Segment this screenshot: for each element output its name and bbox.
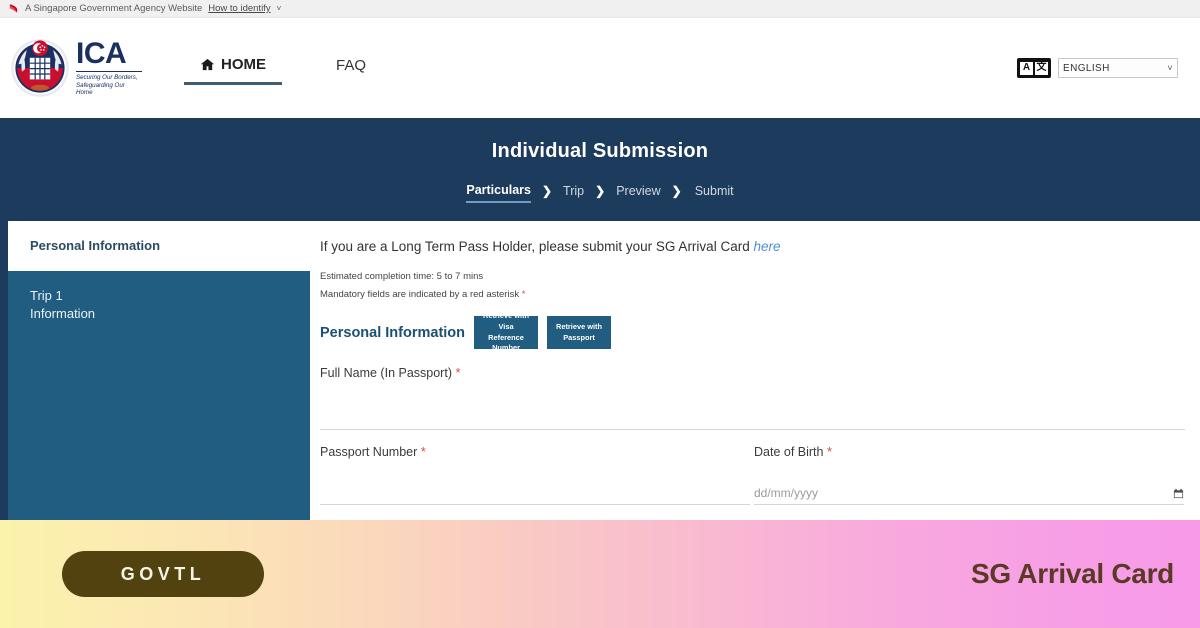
asterisk-icon: * — [522, 289, 526, 300]
retrieve-visa-line1: Retrieve with Visa — [477, 311, 535, 332]
field-date-of-birth-input[interactable]: dd/mm/yyyy — [754, 475, 1184, 505]
main-navigation: HOME FAQ — [184, 18, 366, 118]
content-area: Personal Information Trip 1 Information … — [0, 221, 1200, 523]
step-submit[interactable]: Submit — [695, 184, 734, 202]
translate-icon-letter: A — [1020, 62, 1033, 75]
field-passport-number: Passport Number * — [320, 444, 750, 505]
ica-logo[interactable]: ICA Securing Our Borders, Safeguarding O… — [10, 38, 142, 98]
language-selector[interactable]: A 文 ENGLISH ˅ — [1017, 58, 1178, 78]
home-icon — [200, 57, 215, 72]
field-passport-number-input[interactable] — [320, 475, 750, 505]
retrieve-passport-line1: Retrieve with — [556, 322, 602, 333]
form-meta: Estimated completion time: 5 to 7 mins M… — [320, 268, 1185, 304]
field-passport-number-label-text: Passport Number — [320, 445, 417, 459]
long-term-pass-notice: If you are a Long Term Pass Holder, plea… — [320, 239, 1185, 254]
language-dropdown-value: ENGLISH — [1063, 63, 1110, 74]
language-dropdown[interactable]: ENGLISH ˅ — [1058, 58, 1178, 78]
form-sidebar: Personal Information Trip 1 Information — [8, 221, 310, 523]
calendar-icon[interactable] — [1173, 488, 1184, 499]
nav-item-faq-label: FAQ — [336, 57, 366, 74]
form-row-passport-dob: Passport Number * Date of Birth * dd/mm/… — [320, 444, 1185, 505]
field-date-of-birth: Date of Birth * dd/mm/yyyy — [754, 444, 1184, 505]
translate-icon-glyph: 文 — [1035, 62, 1048, 75]
logo-name: ICA — [76, 39, 142, 69]
estimated-completion-time: Estimated completion time: 5 to 7 mins — [320, 268, 1185, 286]
sidebar-item-trip-1-line2: Information — [30, 305, 310, 323]
logo-tagline-line2: Safeguarding Our Home — [76, 82, 142, 98]
mandatory-fields-note-text: Mandatory fields are indicated by a red … — [320, 289, 522, 300]
field-date-of-birth-label: Date of Birth * — [754, 444, 1184, 459]
step-breadcrumb: Particulars ❯ Trip ❯ Preview ❯ Submit — [466, 183, 733, 203]
left-rail — [0, 221, 8, 523]
chevron-right-icon: ❯ — [595, 184, 605, 198]
field-full-name-input[interactable] — [320, 400, 1185, 430]
sidebar-item-personal-information[interactable]: Personal Information — [8, 221, 310, 271]
logo-tagline-line1: Securing Our Borders, — [76, 74, 142, 82]
government-banner-text: A Singapore Government Agency Website — [25, 3, 202, 14]
mandatory-fields-note: Mandatory fields are indicated by a red … — [320, 286, 1185, 304]
sidebar-item-trip-1-information[interactable]: Trip 1 Information — [8, 271, 310, 339]
chevron-right-icon: ❯ — [542, 184, 552, 198]
site-header: ICA Securing Our Borders, Safeguarding O… — [0, 18, 1200, 118]
field-date-of-birth-label-text: Date of Birth — [754, 445, 823, 459]
government-banner: A Singapore Government Agency Website Ho… — [0, 0, 1200, 18]
here-link[interactable]: here — [753, 239, 780, 254]
field-full-name-label-text: Full Name (In Passport) — [320, 366, 452, 380]
chevron-right-icon: ❯ — [672, 184, 682, 198]
translate-icon[interactable]: A 文 — [1017, 58, 1051, 78]
nav-item-home[interactable]: HOME — [184, 52, 282, 85]
step-preview[interactable]: Preview — [616, 184, 660, 202]
long-term-pass-notice-text: If you are a Long Term Pass Holder, plea… — [320, 239, 753, 254]
chevron-down-icon[interactable]: ˅ — [277, 4, 282, 13]
singapore-flag-icon — [8, 3, 19, 14]
govtl-badge: GOVTL — [62, 551, 264, 597]
asterisk-icon: * — [455, 365, 460, 380]
logo-tagline: Securing Our Borders, Safeguarding Our H… — [76, 71, 142, 97]
retrieve-visa-line2: Reference Number — [477, 333, 535, 354]
asterisk-icon: * — [421, 444, 426, 459]
step-particulars[interactable]: Particulars — [466, 183, 531, 203]
form-panel: If you are a Long Term Pass Holder, plea… — [310, 221, 1200, 523]
section-header: Personal Information Retrieve with Visa … — [320, 316, 1185, 349]
section-title: Personal Information — [320, 325, 465, 341]
page-root: A Singapore Government Agency Website Ho… — [0, 0, 1200, 628]
retrieve-with-visa-reference-number-button[interactable]: Retrieve with Visa Reference Number — [474, 316, 538, 349]
logo-text-block: ICA Securing Our Borders, Safeguarding O… — [76, 39, 142, 97]
retrieve-with-passport-button[interactable]: Retrieve with Passport — [547, 316, 611, 349]
promo-overlay-banner: GOVTL SG Arrival Card — [0, 520, 1200, 628]
chevron-down-icon: ˅ — [1167, 63, 1173, 73]
page-banner: Individual Submission Particulars ❯ Trip… — [0, 118, 1200, 221]
nav-item-home-label: HOME — [221, 56, 266, 73]
sidebar-item-trip-1-line1: Trip 1 — [30, 287, 310, 305]
field-full-name: Full Name (In Passport) * — [320, 365, 1185, 430]
ica-crest-icon — [10, 38, 70, 98]
asterisk-icon: * — [827, 444, 832, 459]
step-trip[interactable]: Trip — [563, 184, 584, 202]
form-row-fullname: Full Name (In Passport) * — [320, 365, 1185, 430]
retrieve-passport-line2: Passport — [563, 333, 595, 344]
nav-item-faq[interactable]: FAQ — [336, 53, 366, 83]
field-date-of-birth-placeholder: dd/mm/yyyy — [754, 486, 818, 500]
overlay-title: SG Arrival Card — [971, 558, 1174, 590]
field-full-name-label: Full Name (In Passport) * — [320, 365, 1185, 380]
page-title: Individual Submission — [492, 140, 708, 163]
field-passport-number-label: Passport Number * — [320, 444, 750, 459]
how-to-identify-link[interactable]: How to identify — [208, 3, 270, 14]
